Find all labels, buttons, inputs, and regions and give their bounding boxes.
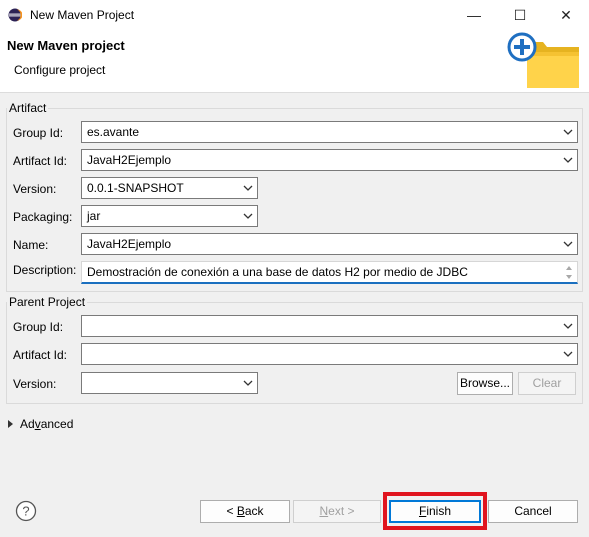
version-value: 0.0.1-SNAPSHOT <box>87 181 184 195</box>
description-value: Demostración de conexión a una base de d… <box>87 265 468 279</box>
maximize-button[interactable]: ☐ <box>497 0 543 30</box>
artifact-id-label: Artifact Id: <box>13 154 68 168</box>
chevron-down-icon[interactable] <box>241 181 255 195</box>
description-field[interactable]: Demostración de conexión a una base de d… <box>81 261 578 284</box>
artifact-id-value: JavaH2Ejemplo <box>87 153 172 167</box>
group-id-value: es.avante <box>87 125 140 139</box>
help-icon[interactable]: ? <box>15 500 37 522</box>
window-title: New Maven Project <box>30 8 135 22</box>
advanced-label-suffix: anced <box>40 417 74 431</box>
artifact-id-combo[interactable]: JavaH2Ejemplo <box>81 149 578 171</box>
parent-project-group-title: Parent Project <box>7 295 88 309</box>
advanced-label-prefix: Ad <box>20 417 35 431</box>
parent-artifact-id-label: Artifact Id: <box>13 348 68 362</box>
svg-text:?: ? <box>22 504 29 519</box>
chevron-down-icon[interactable] <box>241 209 255 223</box>
clear-button[interactable]: Clear <box>518 372 576 395</box>
next-button[interactable]: Next > <box>293 500 381 523</box>
parent-group-id-label: Group Id: <box>13 320 64 334</box>
packaging-label: Packaging: <box>13 210 73 224</box>
cancel-button[interactable]: Cancel <box>488 500 578 523</box>
chevron-down-icon[interactable] <box>561 347 575 361</box>
eclipse-icon <box>8 8 22 22</box>
close-button[interactable]: ✕ <box>543 0 589 30</box>
advanced-section-toggle[interactable]: Advanced <box>20 417 73 431</box>
next-label-suffix: ext > <box>328 504 355 518</box>
parent-version-label: Version: <box>13 377 57 391</box>
parent-artifact-id-combo[interactable] <box>81 343 578 365</box>
expand-arrow-icon[interactable] <box>7 419 15 429</box>
browse-button[interactable]: Browse... <box>457 372 513 395</box>
version-combo[interactable]: 0.0.1-SNAPSHOT <box>81 177 258 199</box>
version-label: Version: <box>13 182 57 196</box>
chevron-down-icon[interactable] <box>561 319 575 333</box>
chevron-down-icon[interactable] <box>241 376 255 390</box>
finish-highlight-box <box>383 492 487 530</box>
back-label-suffix: ack <box>244 504 264 518</box>
packaging-combo[interactable]: jar <box>81 205 258 227</box>
chevron-down-icon[interactable] <box>561 153 575 167</box>
back-button[interactable]: < Back <box>200 500 290 523</box>
parent-group-id-combo[interactable] <box>81 315 578 337</box>
name-value: JavaH2Ejemplo <box>87 237 172 251</box>
artifact-group-title: Artifact <box>7 101 49 115</box>
packaging-value: jar <box>87 209 101 223</box>
next-label-mnemonic: N <box>319 504 329 518</box>
name-label: Name: <box>13 238 49 252</box>
page-subtitle: Configure project <box>14 63 106 77</box>
back-label-mnemonic: B <box>236 504 245 518</box>
wizard-header: New Maven project Configure project <box>0 30 589 93</box>
back-label-prefix: < <box>226 504 237 518</box>
minimize-button[interactable]: — <box>451 0 497 30</box>
scrollbar[interactable] <box>562 263 576 282</box>
description-label: Description: <box>13 263 77 277</box>
group-id-combo[interactable]: es.avante <box>81 121 578 143</box>
parent-version-combo[interactable] <box>81 372 258 394</box>
chevron-down-icon[interactable] <box>561 125 575 139</box>
title-bar: New Maven Project — ☐ ✕ <box>0 0 589 30</box>
new-maven-project-folder-icon <box>507 32 579 88</box>
name-combo[interactable]: JavaH2Ejemplo <box>81 233 578 255</box>
group-id-label: Group Id: <box>13 126 64 140</box>
page-title: New Maven project <box>7 38 125 53</box>
chevron-down-icon[interactable] <box>561 237 575 251</box>
